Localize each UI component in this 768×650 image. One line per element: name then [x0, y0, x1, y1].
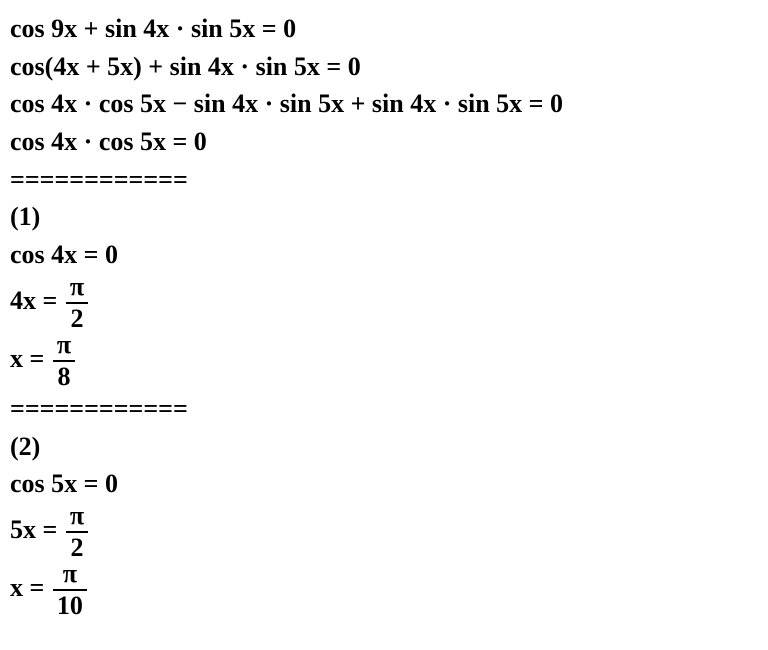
case1-step-lhs: 4x =: [10, 286, 57, 315]
case2-step: 5x = π 2: [10, 503, 758, 561]
fraction-numerator: π: [66, 503, 88, 533]
fraction-denominator: 2: [66, 533, 88, 561]
divider-2: ============: [10, 390, 758, 428]
fraction-pi-over-2: π 2: [66, 274, 88, 332]
fraction-numerator: π: [53, 561, 87, 591]
case2-step-lhs: 5x =: [10, 515, 57, 544]
case2-sol-lhs: x =: [10, 573, 44, 602]
case1-label: (1): [10, 198, 758, 236]
case1-solution: x = π 8: [10, 332, 758, 390]
case1-sol-lhs: x =: [10, 344, 44, 373]
case1-step: 4x = π 2: [10, 274, 758, 332]
fraction-pi-over-10: π 10: [53, 561, 87, 619]
equation-line-2: cos(4x + 5x) + sin 4x · sin 5x = 0: [10, 48, 758, 86]
equation-line-3: cos 4x · cos 5x − sin 4x · sin 5x + sin …: [10, 85, 758, 123]
fraction-numerator: π: [53, 332, 75, 362]
case2-label: (2): [10, 428, 758, 466]
fraction-denominator: 2: [66, 304, 88, 332]
divider-1: ============: [10, 161, 758, 199]
fraction-pi-over-2: π 2: [66, 503, 88, 561]
fraction-denominator: 10: [53, 591, 87, 619]
case1-equation: cos 4x = 0: [10, 236, 758, 274]
equation-line-1: cos 9x + sin 4x · sin 5x = 0: [10, 10, 758, 48]
fraction-pi-over-8: π 8: [53, 332, 75, 390]
fraction-denominator: 8: [53, 362, 75, 390]
equation-line-4: cos 4x · cos 5x = 0: [10, 123, 758, 161]
case2-equation: cos 5x = 0: [10, 465, 758, 503]
case2-solution: x = π 10: [10, 561, 758, 619]
fraction-numerator: π: [66, 274, 88, 304]
